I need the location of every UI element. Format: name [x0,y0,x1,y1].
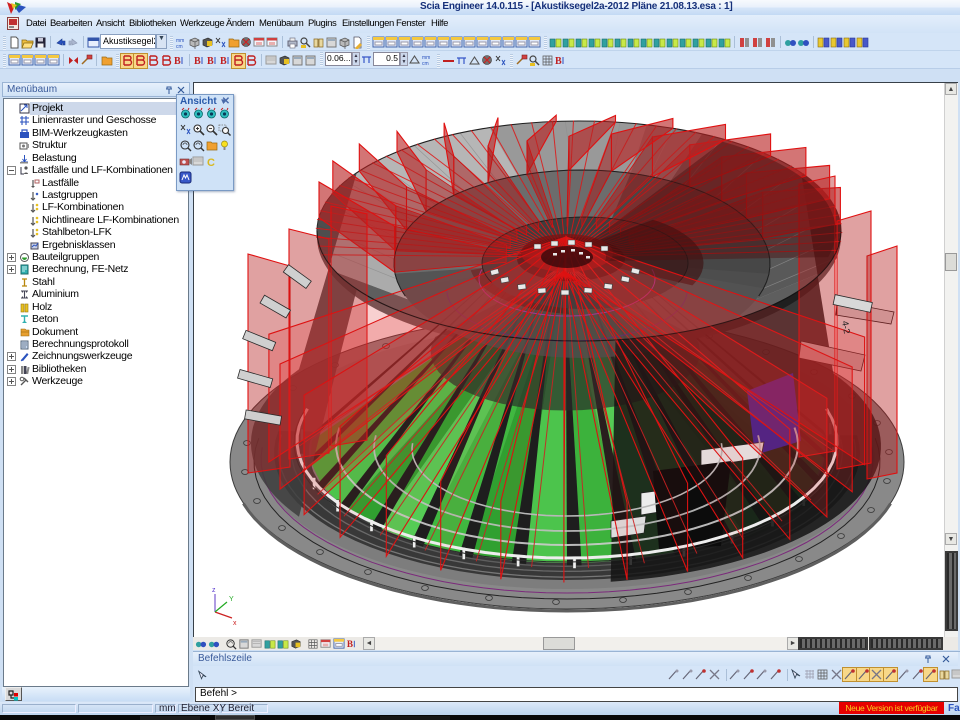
svg-text:B: B [207,56,214,67]
svg-text:B: B [220,56,227,67]
svg-text:Y: Y [229,596,234,603]
svg-text:cm: cm [176,44,183,49]
svg-text:B: B [555,56,562,67]
svg-text:x: x [233,620,237,627]
svg-text:B: B [174,56,181,67]
svg-text:C: C [207,157,215,168]
svg-text:B: B [194,56,201,67]
svg-text:B: B [347,639,353,649]
svg-text:z: z [212,587,216,594]
svg-text:cm: cm [422,61,429,66]
